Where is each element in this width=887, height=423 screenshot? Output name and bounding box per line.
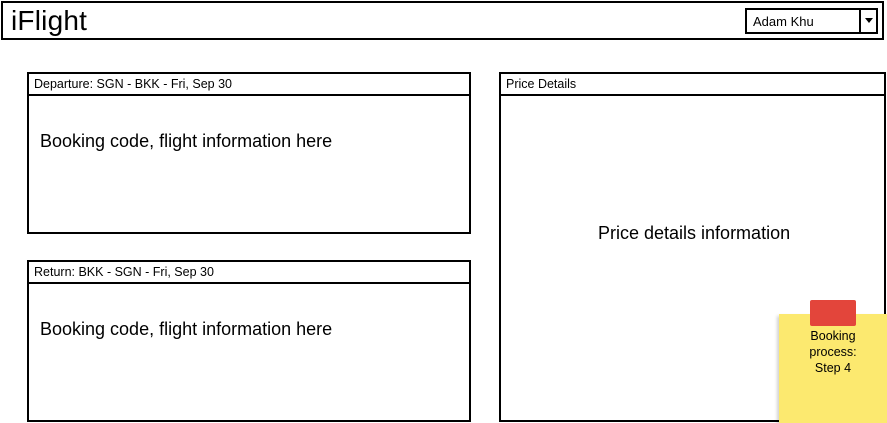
- user-select-divider: [859, 10, 861, 32]
- sticky-note: Booking process: Step 4: [779, 314, 887, 423]
- sticky-note-text: Booking process: Step 4: [809, 329, 857, 375]
- app-header: iFlight Adam Khu: [1, 1, 884, 40]
- sticky-note-tape: [810, 300, 856, 326]
- return-panel: Return: BKK - SGN - Fri, Sep 30 Booking …: [27, 260, 471, 422]
- user-select[interactable]: Adam Khu: [745, 8, 878, 34]
- user-select-value: Adam Khu: [753, 14, 814, 29]
- price-details-panel-title: Price Details: [506, 77, 577, 91]
- app-title: iFlight: [11, 5, 88, 36]
- departure-panel-title: Departure: SGN - BKK - Fri, Sep 30: [34, 77, 232, 91]
- return-panel-header: Return: BKK - SGN - Fri, Sep 30: [29, 262, 469, 284]
- price-details-info: Price details information: [598, 223, 791, 243]
- departure-panel: Departure: SGN - BKK - Fri, Sep 30 Booki…: [27, 72, 471, 234]
- return-panel-title: Return: BKK - SGN - Fri, Sep 30: [34, 265, 214, 279]
- chevron-down-icon[interactable]: [865, 18, 873, 23]
- return-flight-info: Booking code, flight information here: [40, 319, 333, 339]
- price-details-panel-header: Price Details: [501, 74, 884, 96]
- departure-panel-header: Departure: SGN - BKK - Fri, Sep 30: [29, 74, 469, 96]
- departure-flight-info: Booking code, flight information here: [40, 131, 333, 151]
